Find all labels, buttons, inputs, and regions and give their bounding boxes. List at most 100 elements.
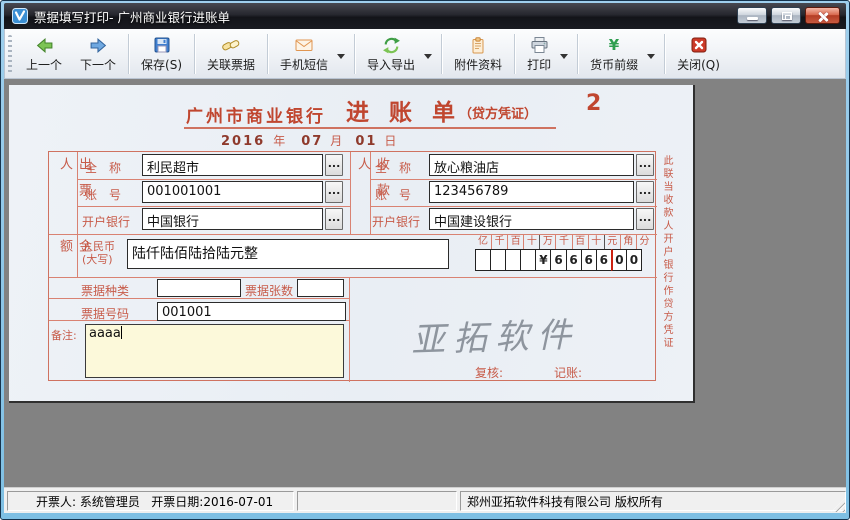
bill-type-label: 票据种类 xyxy=(81,282,129,299)
amount-words-label-line2: (大写) xyxy=(82,253,113,266)
sms-envelope-icon xyxy=(294,35,314,55)
payee-bank-input[interactable]: 中国建设银行 xyxy=(429,208,634,230)
status-middle-panel xyxy=(297,491,457,511)
divider xyxy=(370,179,657,180)
digit-cell[interactable]: 6 xyxy=(550,249,566,271)
import-export-button[interactable]: 导入导出 xyxy=(358,32,424,75)
digit-header: 千 xyxy=(555,235,571,249)
bill-type-input[interactable] xyxy=(157,279,241,297)
amount-digit-cells: ¥ 6 6 6 6 0 0 xyxy=(475,249,653,271)
deposit-slip-paper: 广州市商业银行 进 账 单 （贷方凭证） 2 2016 年 07 月 01 日 xyxy=(9,85,695,403)
next-button[interactable]: 下一个 xyxy=(71,32,125,75)
form-date: 2016 年 07 月 01 日 xyxy=(221,132,396,149)
digit-cell[interactable]: 0 xyxy=(611,249,627,271)
digit-cell[interactable]: 0 xyxy=(626,249,642,271)
digit-cell[interactable] xyxy=(490,249,506,271)
drawer-bank-input[interactable]: 中国银行 xyxy=(142,208,323,230)
digit-header: 千 xyxy=(491,235,507,249)
payee-name-browse-button[interactable]: ... xyxy=(636,154,654,176)
remarks-label: 备注: xyxy=(51,329,77,342)
digit-cell[interactable] xyxy=(520,249,536,271)
currency-yuan-icon: ¥ xyxy=(605,35,623,55)
form-doc-subtitle: （贷方凭证） xyxy=(459,103,537,122)
payee-account-input[interactable]: 123456789 xyxy=(429,181,634,203)
print-dropdown-arrow[interactable] xyxy=(560,54,568,59)
save-icon xyxy=(153,35,171,55)
app-window: 票据填写打印- 广州商业银行进账单 上一个 下一个 xyxy=(0,0,850,520)
close-app-button[interactable]: 关闭(Q) xyxy=(668,32,729,75)
digit-cell[interactable]: 6 xyxy=(566,249,582,271)
toolbar-separator xyxy=(514,34,515,74)
digit-cell-currency[interactable]: ¥ xyxy=(535,249,551,271)
payee-bank-label: 开户银行 xyxy=(372,213,420,230)
import-export-dropdown-arrow[interactable] xyxy=(424,54,432,59)
toolbar-separator xyxy=(128,34,129,74)
title-bar: 票据填写打印- 广州商业银行进账单 xyxy=(4,3,846,29)
toolbar: 上一个 下一个 保存(S) xyxy=(4,29,846,79)
sms-dropdown-arrow[interactable] xyxy=(337,54,345,59)
close-window-button[interactable] xyxy=(805,7,840,24)
toolbar-drag-handle[interactable] xyxy=(8,35,12,73)
app-logo-icon xyxy=(12,8,28,24)
digit-cell[interactable] xyxy=(475,249,491,271)
remarks-textarea[interactable]: aaaa xyxy=(85,324,344,378)
payee-name-label: 全 称 xyxy=(375,159,411,176)
prev-button[interactable]: 上一个 xyxy=(17,32,71,75)
print-button[interactable]: 打印 xyxy=(518,32,560,75)
drawer-name-browse-button[interactable]: ... xyxy=(325,154,343,176)
bill-count-label: 票据张数 xyxy=(245,282,293,299)
bill-number-label: 票据号码 xyxy=(81,305,129,322)
text-caret xyxy=(121,326,122,339)
payee-name-input[interactable]: 放心粮油店 xyxy=(429,154,634,176)
status-bar: 开票人: 系统管理员 开票日期:2016-07-01 郑州亚拓软件科技有限公司 … xyxy=(4,487,846,513)
status-issuer-panel: 开票人: 系统管理员 开票日期:2016-07-01 xyxy=(7,491,294,511)
drawer-name-input[interactable]: 利民超市 xyxy=(142,154,323,176)
drawer-bank-label: 开户银行 xyxy=(82,213,130,230)
date-year-unit: 年 xyxy=(273,132,285,149)
toolbar-separator xyxy=(267,34,268,74)
divider xyxy=(349,277,350,382)
drawer-account-browse-button[interactable]: ... xyxy=(325,181,343,203)
attachments-button[interactable]: 附件资料 xyxy=(445,32,511,75)
toolbar-separator xyxy=(441,34,442,74)
digit-header: 元 xyxy=(604,235,620,249)
save-button[interactable]: 保存(S) xyxy=(132,32,191,75)
minimize-button[interactable] xyxy=(737,7,767,24)
amount-words-input[interactable]: 陆仟陆佰陆拾陆元整 xyxy=(127,239,449,269)
related-bills-button[interactable]: 关联票据 xyxy=(198,32,264,75)
close-icon xyxy=(817,11,829,23)
digit-header: 万 xyxy=(539,235,555,249)
bill-count-input[interactable] xyxy=(297,279,344,297)
digit-cell[interactable]: 6 xyxy=(596,249,612,271)
payee-bank-browse-button[interactable]: ... xyxy=(636,208,654,230)
form-copy-number: 2 xyxy=(586,91,601,116)
drawer-name-label: 全 称 xyxy=(85,159,121,176)
svg-text:¥: ¥ xyxy=(609,36,620,54)
review-label: 复核: xyxy=(475,364,503,381)
status-copyright-panel: 郑州亚拓软件科技有限公司 版权所有 xyxy=(460,491,846,511)
date-day-unit: 日 xyxy=(384,132,396,149)
currency-dropdown-arrow[interactable] xyxy=(647,54,655,59)
payee-account-browse-button[interactable]: ... xyxy=(636,181,654,203)
toolbar-separator xyxy=(354,34,355,74)
bill-number-input[interactable]: 001001 xyxy=(157,302,346,321)
digit-cell[interactable]: 6 xyxy=(581,249,597,271)
bookkeeping-label: 记账: xyxy=(554,364,582,381)
toolbar-separator xyxy=(194,34,195,74)
next-arrow-icon xyxy=(89,35,108,55)
restore-icon xyxy=(782,12,792,20)
restore-button[interactable] xyxy=(771,7,801,24)
window-title: 票据填写打印- 广州商业银行进账单 xyxy=(34,7,230,26)
drawer-account-input[interactable]: 001001001 xyxy=(142,181,323,203)
close-red-icon xyxy=(690,35,708,55)
date-day: 01 xyxy=(355,134,377,149)
remarks-text: aaaa xyxy=(89,326,121,341)
toolbar-separator xyxy=(577,34,578,74)
sms-button[interactable]: 手机短信 xyxy=(271,32,337,75)
currency-prefix-button[interactable]: ¥ 货币前缀 xyxy=(581,32,647,75)
toolbar-separator xyxy=(664,34,665,74)
digit-cell[interactable] xyxy=(505,249,521,271)
drawer-bank-browse-button[interactable]: ... xyxy=(325,208,343,230)
date-month-unit: 月 xyxy=(330,132,342,149)
digit-header: 分 xyxy=(636,235,652,249)
